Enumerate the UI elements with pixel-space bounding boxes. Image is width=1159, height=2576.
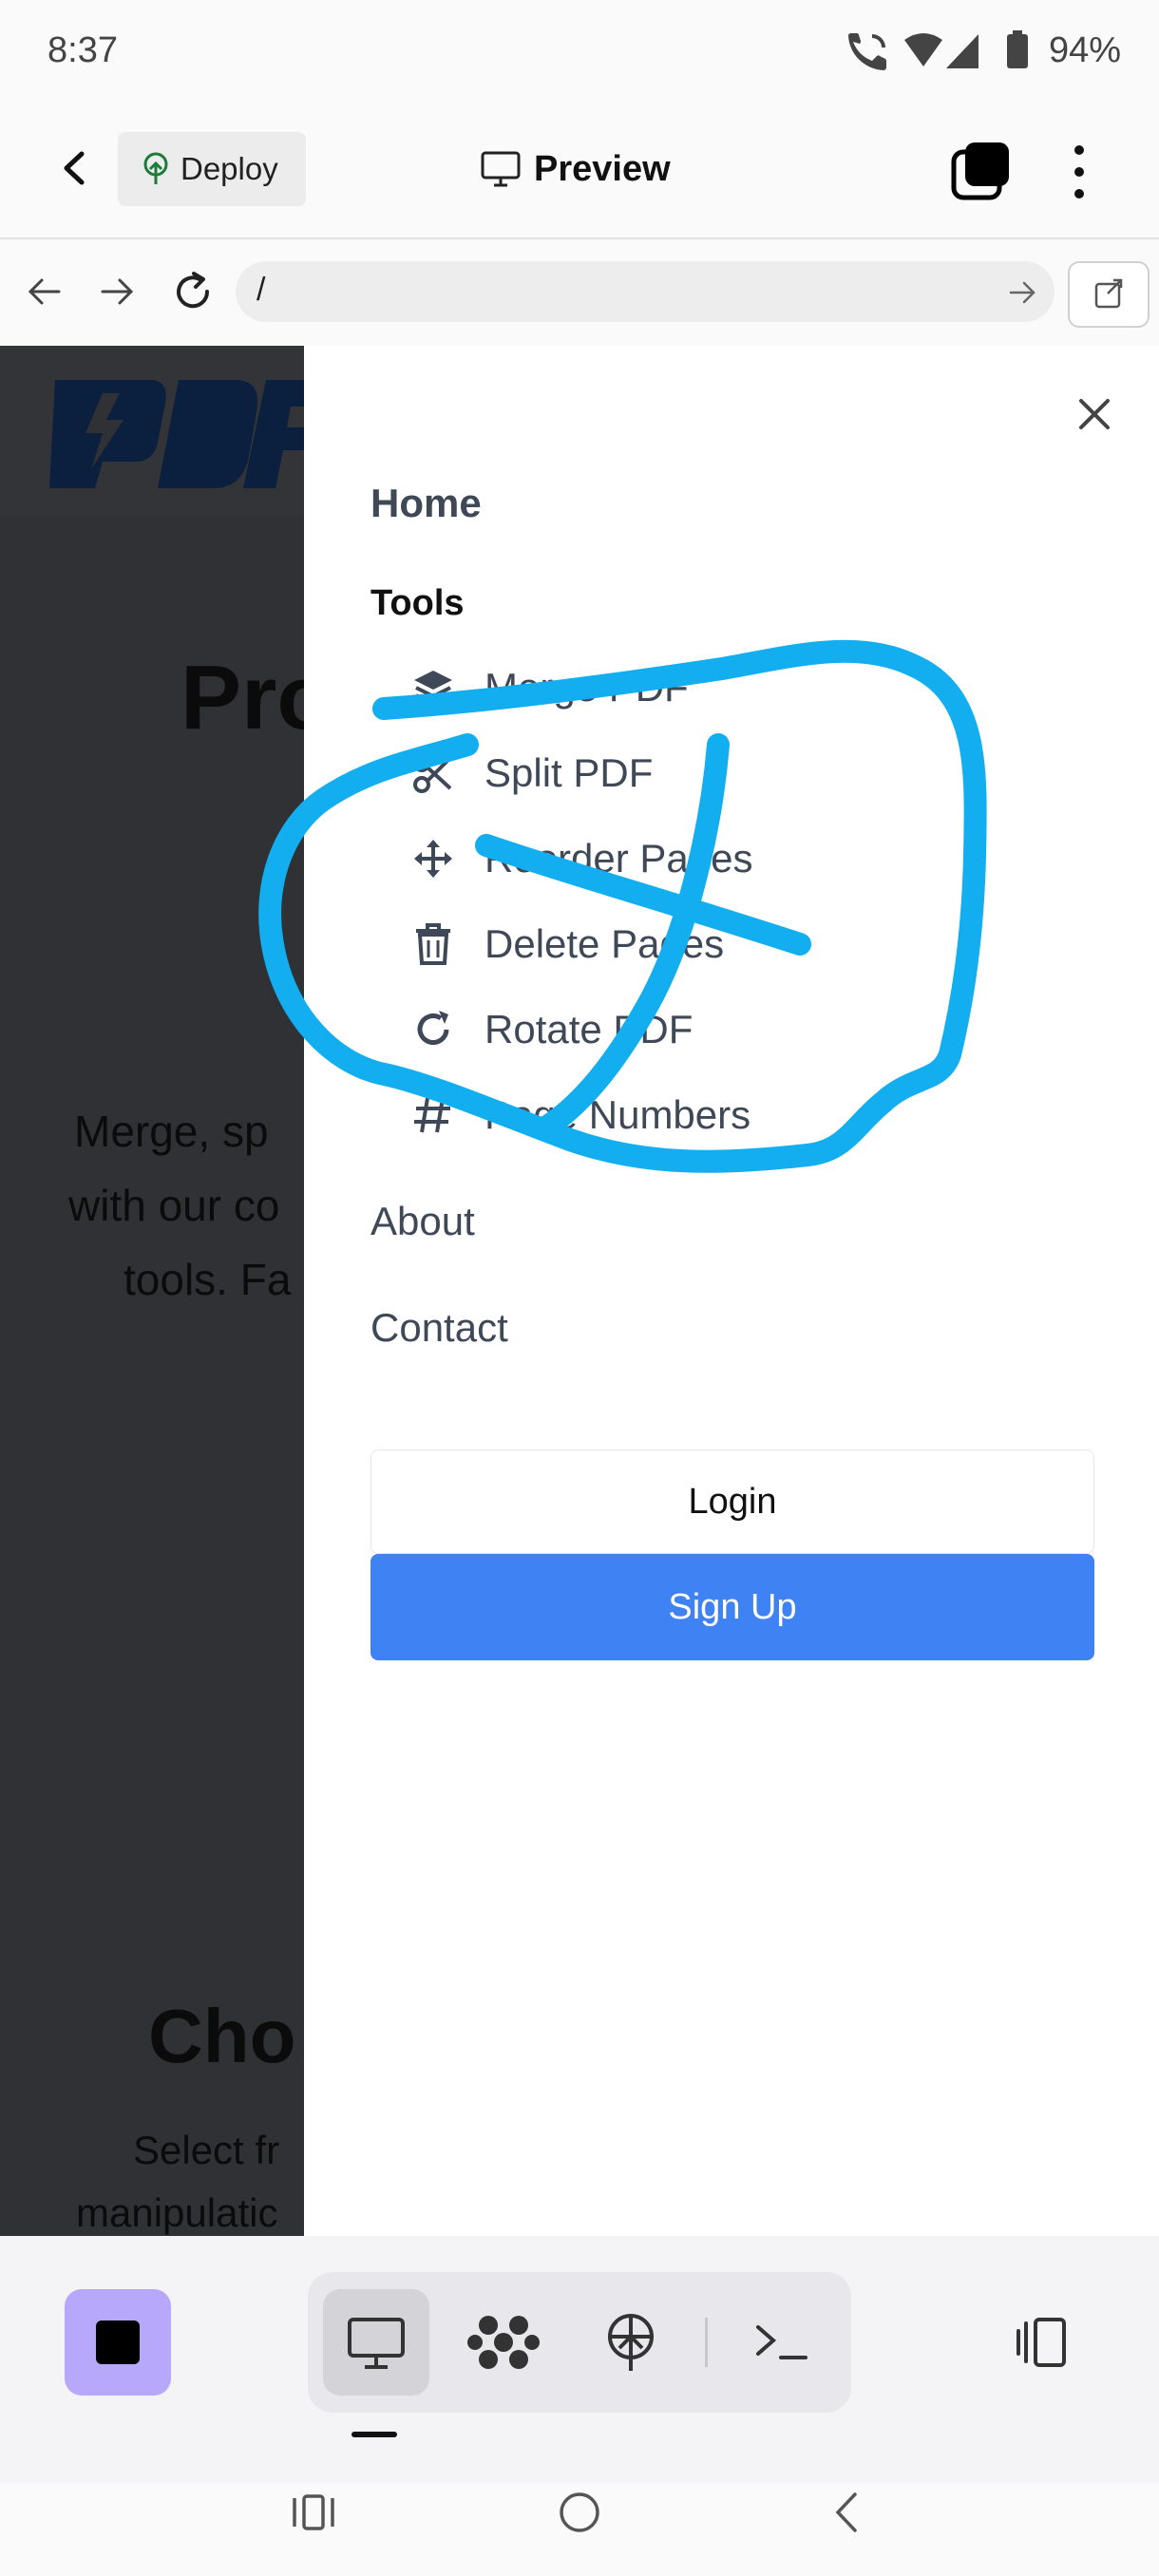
arrow-right-icon [101, 278, 134, 305]
tool-split-pdf[interactable]: Split PDF [410, 745, 653, 802]
tool-delete-pages[interactable]: Delete Pages [410, 916, 724, 973]
tree-upload-icon [141, 152, 171, 186]
network-mode-button[interactable] [450, 2289, 557, 2396]
back-icon [835, 2492, 857, 2532]
status-icons [846, 28, 998, 76]
stop-button[interactable] [65, 2289, 171, 2396]
url-go-button[interactable] [1005, 275, 1039, 310]
network-icon [467, 2316, 540, 2369]
status-time: 8:37 [48, 30, 118, 70]
more-vertical-icon [1074, 145, 1084, 199]
desktop-mode-button[interactable] [323, 2289, 429, 2396]
rotate-icon [410, 1007, 456, 1052]
tool-page-numbers[interactable]: Page Numbers [410, 1087, 750, 1144]
drawer-close-button[interactable] [1072, 391, 1117, 437]
mobile-nav-drawer [304, 346, 1159, 2236]
mode-divider [705, 2318, 708, 2367]
wifi-icon [904, 33, 942, 66]
system-back-button[interactable] [819, 2487, 876, 2538]
split-view-icon [1016, 2318, 1066, 2367]
url-text: / [256, 272, 266, 308]
bg-hero-line: with our co [68, 1181, 280, 1230]
tool-reorder-pages[interactable]: Reorder Pages [410, 830, 753, 887]
deploy-button[interactable]: Deploy [118, 132, 306, 206]
tool-rotate-pdf[interactable]: Rotate PDF [410, 1001, 693, 1058]
tool-label: Reorder Pages [484, 836, 753, 881]
call-wifi-icon [848, 33, 886, 70]
close-icon [1079, 399, 1110, 429]
hash-icon [410, 1092, 456, 1138]
url-input[interactable] [236, 261, 1054, 322]
browser-forward-button[interactable] [95, 270, 139, 313]
nav-about[interactable]: About [370, 1199, 475, 1244]
login-button[interactable]: Login [370, 1449, 1094, 1554]
nav-contact[interactable]: Contact [370, 1305, 508, 1351]
deploy-label: Deploy [180, 151, 278, 186]
recent-apps-button[interactable] [285, 2489, 342, 2536]
signup-label: Sign Up [668, 1586, 797, 1627]
bg-section-line: manipulatic [76, 2190, 278, 2235]
battery-icon [1007, 30, 1028, 68]
chevron-left-icon [64, 151, 85, 185]
tabs-icon [951, 142, 1009, 200]
bg-hero-line: tools. Fa [124, 1255, 292, 1304]
home-icon [560, 2492, 599, 2532]
arrow-left-icon [28, 278, 61, 305]
tool-label: Merge PDF [484, 665, 689, 710]
external-link-icon [1094, 278, 1123, 309]
monitor-icon [348, 2318, 405, 2369]
login-label: Login [688, 1481, 777, 1522]
trash-icon [410, 921, 456, 967]
preview-label: Preview [534, 148, 671, 189]
reload-icon [177, 272, 210, 309]
battery-percent: 94% [1048, 30, 1121, 70]
background-page-overlay[interactable]: Pro Merge, sp with our co tools. Fa Cho … [0, 346, 304, 2236]
stop-icon [96, 2320, 140, 2364]
preview-title: Preview [481, 142, 671, 196]
tool-label: Delete Pages [484, 921, 725, 966]
tools-heading: Tools [370, 583, 465, 623]
open-external-button[interactable] [1068, 261, 1150, 328]
nav-home[interactable]: Home [370, 481, 482, 526]
recent-apps-icon [293, 2494, 334, 2530]
arrow-right-icon [1009, 281, 1036, 304]
scissors-icon [410, 750, 456, 796]
home-button[interactable] [551, 2487, 608, 2538]
tool-merge-pdf[interactable]: Merge PDF [410, 659, 689, 716]
site-logo [46, 374, 304, 494]
bg-hero-line: Merge, sp [74, 1107, 269, 1156]
bg-section-heading: Cho [148, 1994, 296, 2078]
terminal-icon [756, 2325, 808, 2359]
terminal-mode-button[interactable] [730, 2289, 836, 2396]
reload-button[interactable] [169, 266, 217, 317]
tabs-button[interactable] [950, 141, 1013, 203]
browser-back-button[interactable] [23, 270, 66, 313]
move-arrows-icon [410, 836, 456, 881]
deploy-icon [608, 2314, 654, 2371]
split-view-button[interactable] [988, 2289, 1094, 2396]
back-button[interactable] [48, 137, 104, 199]
active-mode-indicator [352, 2432, 397, 2437]
bg-section-line: Select fr [133, 2128, 280, 2172]
signal-icon [946, 34, 978, 68]
tool-label: Page Numbers [484, 1092, 751, 1137]
layers-icon [410, 665, 456, 710]
more-menu-button[interactable] [1062, 139, 1096, 205]
tool-label: Rotate PDF [484, 1007, 694, 1051]
signup-button[interactable]: Sign Up [370, 1554, 1094, 1660]
deploy-mode-button[interactable] [578, 2289, 684, 2396]
monitor-icon [481, 151, 521, 187]
tool-label: Split PDF [484, 750, 654, 795]
bg-hero-heading: Pro [180, 647, 304, 748]
